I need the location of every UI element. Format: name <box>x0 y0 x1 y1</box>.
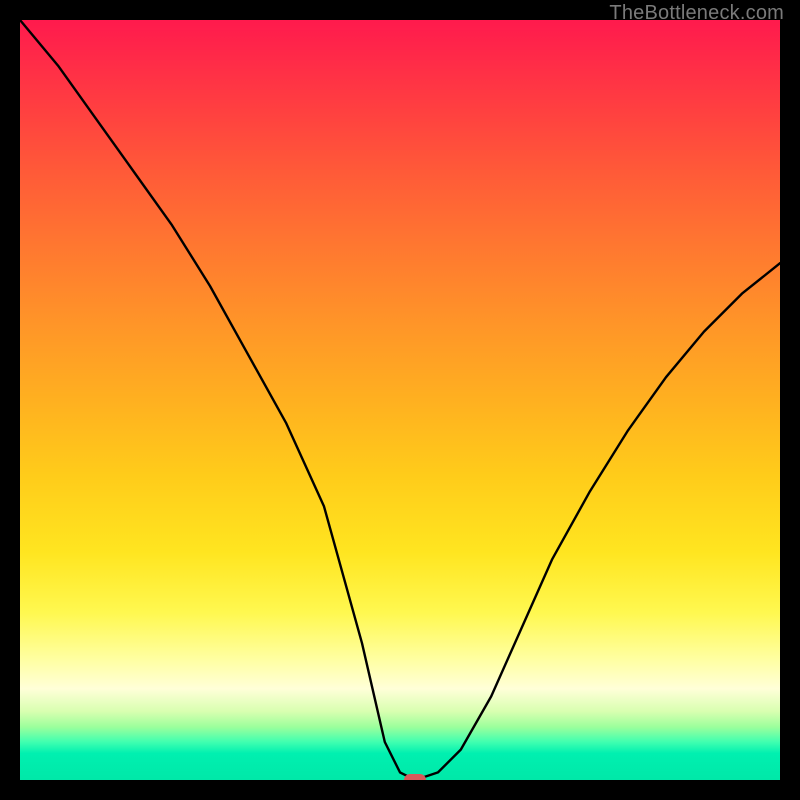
watermark-text: TheBottleneck.com <box>609 2 784 25</box>
bottleneck-curve <box>20 20 780 780</box>
optimal-marker <box>404 774 426 780</box>
plot-area <box>20 20 780 780</box>
chart-frame: TheBottleneck.com <box>0 0 800 800</box>
